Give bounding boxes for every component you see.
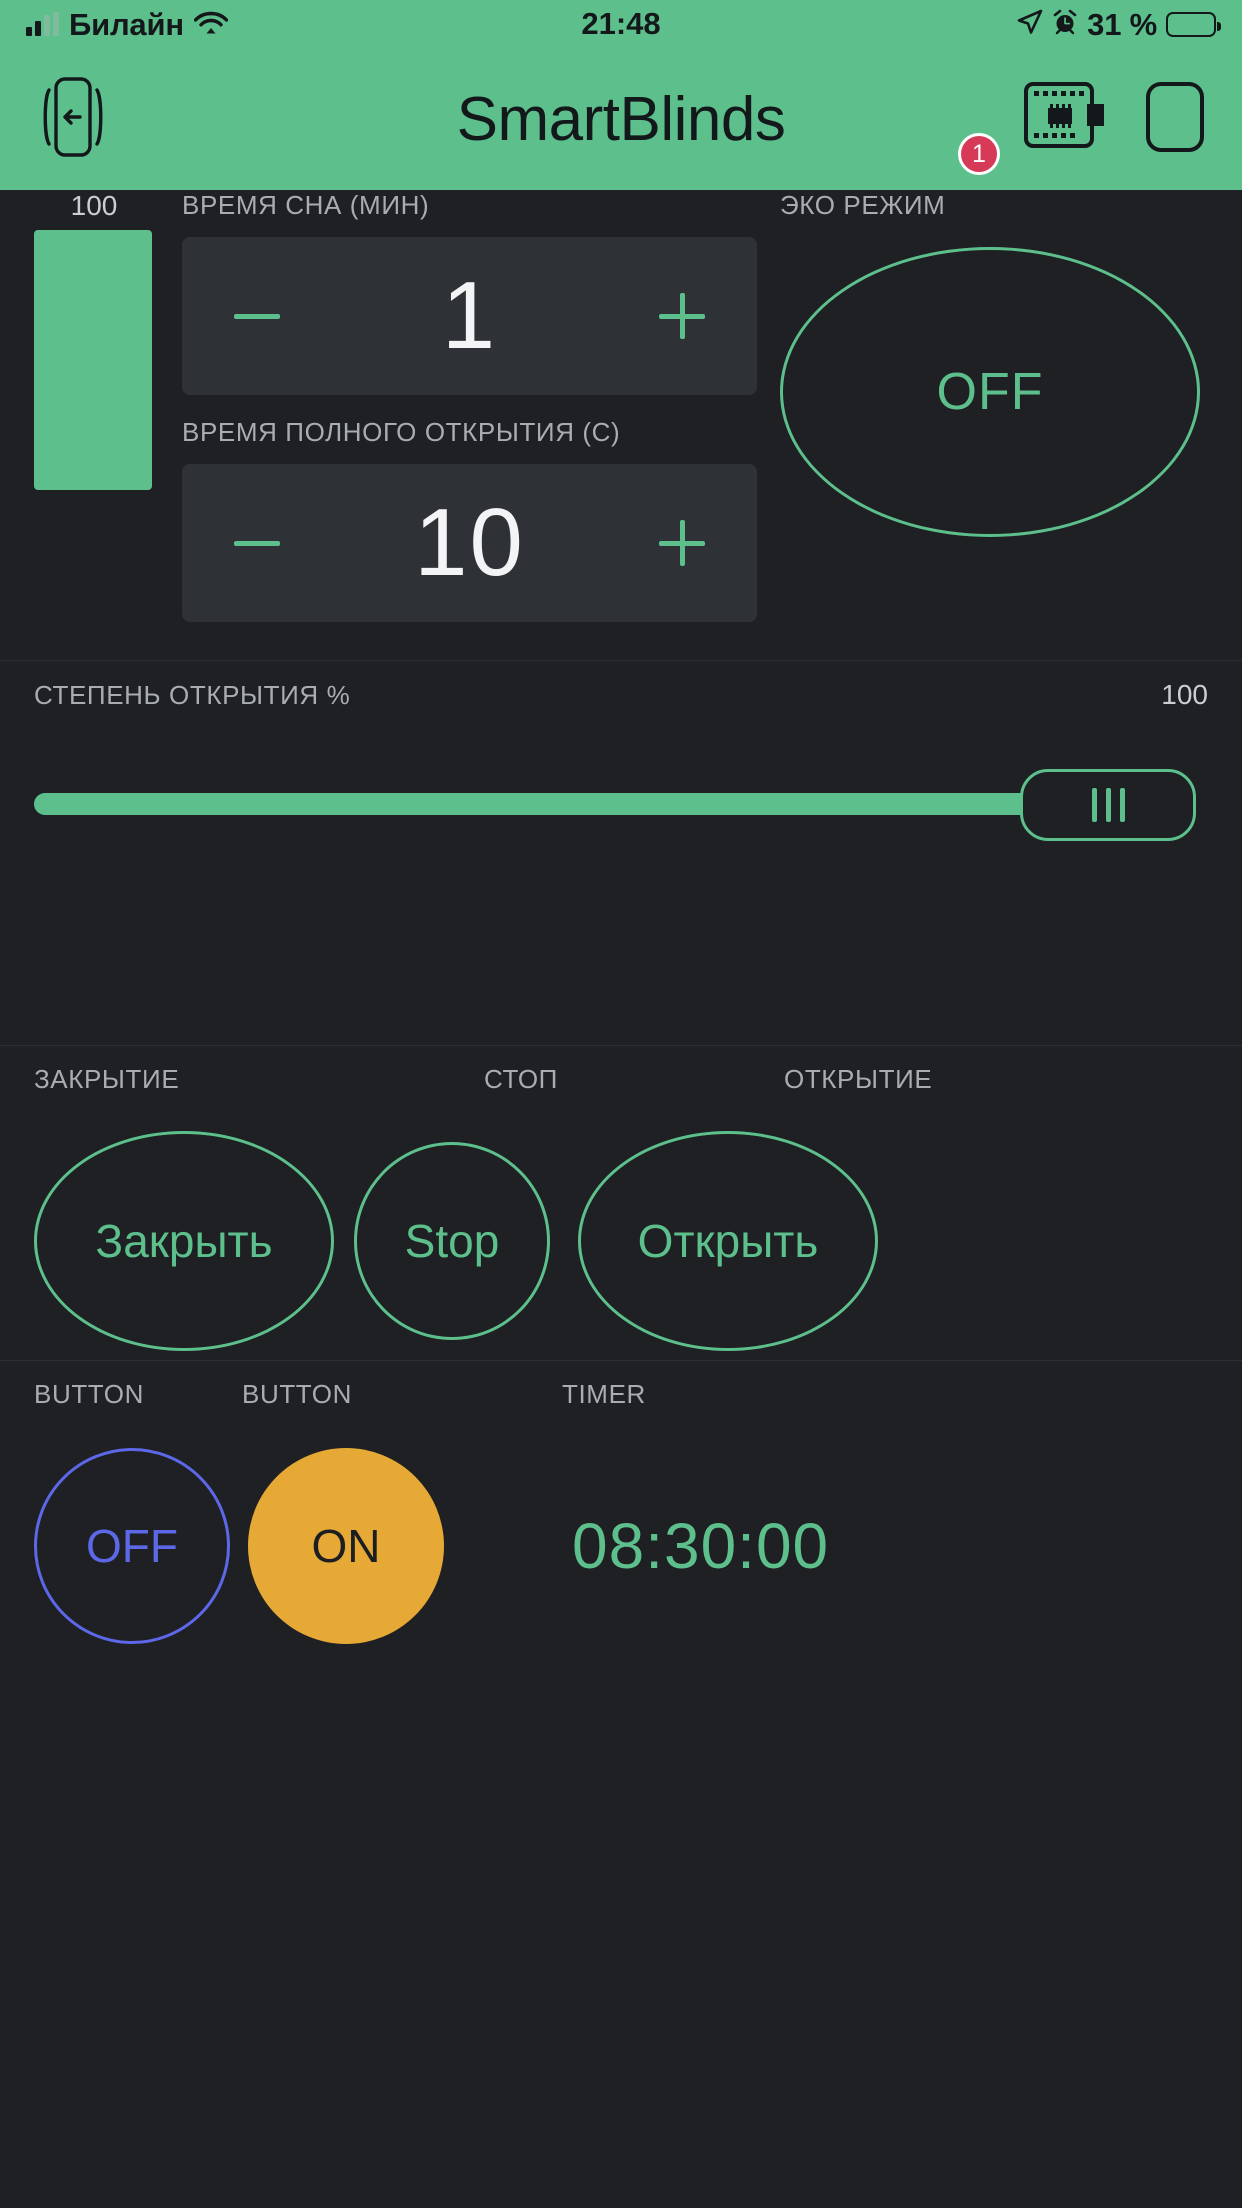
battery-percent: 31 % (1087, 6, 1158, 42)
slider-thumb[interactable] (1020, 769, 1196, 841)
status-bar-right: 31 % (661, 6, 1222, 42)
bottom-divider (0, 1360, 1242, 1361)
status-time: 21:48 (581, 6, 661, 41)
sleep-time-stepper[interactable]: 1 (182, 237, 757, 395)
close-button[interactable]: Закрыть (34, 1131, 334, 1351)
wifi-icon (193, 9, 229, 40)
microcontroller-board-icon[interactable]: 1 (958, 78, 1108, 175)
open-degree-label: СТЕПЕНЬ ОТКРЫТИЯ % (34, 680, 351, 710)
open-degree-value: 100 (1161, 679, 1208, 710)
gauge-value: 100 (70, 190, 118, 221)
bottom-section: BUTTON BUTTON TIMER OFF ON 08:30:00 (0, 1360, 1242, 1644)
open-button[interactable]: Открыть (578, 1131, 878, 1351)
carrier-name: Билайн (69, 6, 184, 42)
phone-outline-icon[interactable] (1144, 80, 1206, 159)
stop-label: СТОП (484, 1064, 558, 1094)
controls-section: ЗАКРЫТИЕ СТОП ОТКРЫТИЕ Закрыть Stop Откр… (0, 1045, 1242, 1351)
button1-toggle[interactable]: OFF (34, 1448, 230, 1644)
sleep-time-plus-button[interactable] (659, 293, 705, 339)
full-open-time-stepper[interactable]: 10 (182, 464, 757, 622)
button2-toggle[interactable]: ON (248, 1448, 444, 1644)
controls-divider (0, 1045, 1242, 1046)
app-screen: Билайн 21:48 31 % SmartBlinds 1 100 ВРЕМ… (0, 0, 1242, 2208)
eco-mode-group: ЭКО РЕЖИМ OFF (780, 190, 1205, 537)
nav-bar: SmartBlinds 1 (0, 48, 1242, 190)
signal-bars-icon (26, 12, 59, 36)
status-bar-center: 21:48 (581, 6, 660, 42)
status-bar: Билайн 21:48 31 % (0, 0, 1242, 48)
section-divider (0, 660, 1242, 661)
full-open-time-label: ВРЕМЯ ПОЛНОГО ОТКРЫТИЯ (С) (182, 417, 621, 447)
timer-value: 08:30:00 (572, 1510, 830, 1582)
open-label: ОТКРЫТИЕ (784, 1064, 933, 1094)
button2-label: BUTTON (242, 1379, 353, 1409)
stop-button[interactable]: Stop (354, 1142, 550, 1340)
eco-mode-label: ЭКО РЕЖИМ (780, 190, 946, 220)
timer-label: TIMER (562, 1379, 646, 1409)
notification-badge: 1 (958, 133, 1000, 175)
stepper-group: ВРЕМЯ СНА (МИН) 1 ВРЕМЯ ПОЛНОГО ОТКРЫТИЯ… (182, 190, 757, 622)
gauge-bar (34, 230, 152, 490)
button1-label: BUTTON (34, 1379, 145, 1409)
nav-bar-right: 1 (958, 78, 1206, 175)
location-arrow-icon (1017, 9, 1043, 40)
eco-mode-toggle[interactable]: OFF (780, 247, 1200, 537)
sleep-time-label: ВРЕМЯ СНА (МИН) (182, 190, 430, 220)
open-degree-slider[interactable] (0, 769, 1242, 841)
full-open-time-plus-button[interactable] (659, 520, 705, 566)
open-degree-section: СТЕПЕНЬ ОТКРЫТИЯ % 100 (0, 660, 1242, 841)
position-gauge: 100 (34, 190, 154, 490)
status-bar-left: Билайн (26, 9, 581, 40)
slider-track[interactable] (34, 793, 1154, 815)
battery-icon (1166, 11, 1222, 37)
close-label: ЗАКРЫТИЕ (34, 1064, 180, 1094)
alarm-clock-icon (1052, 9, 1078, 40)
